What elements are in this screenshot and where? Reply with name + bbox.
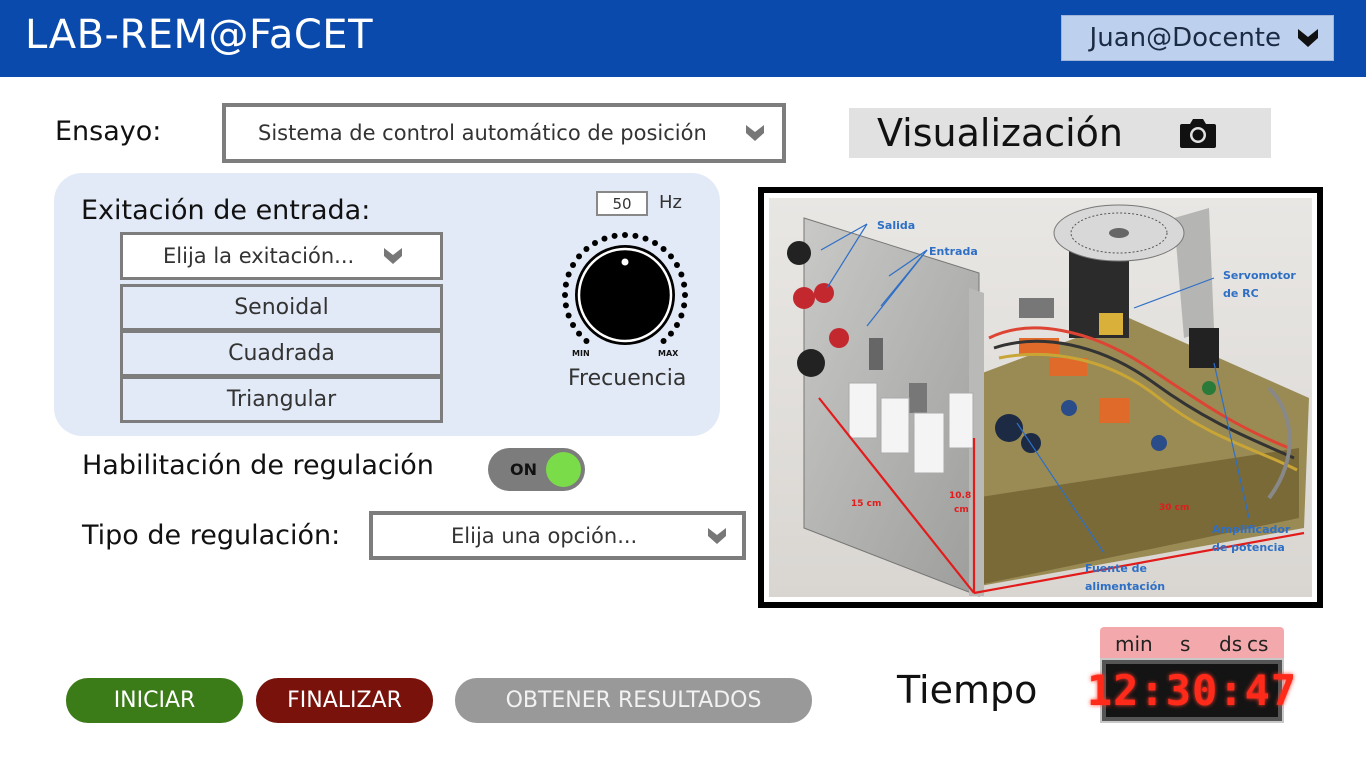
- knob-max-label: MAX: [658, 349, 679, 358]
- knob-tick-dot: [583, 246, 590, 253]
- knob-tick-dot: [678, 312, 685, 319]
- camera-view: Salida Entrada Servomotor de RC 15 cm 10…: [758, 187, 1323, 608]
- timer-unit-cs: cs: [1247, 632, 1269, 656]
- knob-tick-dot: [570, 322, 577, 328]
- app-title: LAB-REM@FaCET: [25, 12, 374, 58]
- knob-tick-dot: [576, 330, 583, 337]
- knob-tick-dot: [576, 253, 583, 260]
- ensayo-selected-value: Sistema de control automático de posició…: [258, 121, 707, 145]
- chevron-down-icon: [708, 527, 726, 544]
- get-results-button[interactable]: OBTENER RESULTADOS: [455, 678, 812, 723]
- timer-unit-min: min: [1115, 632, 1153, 656]
- knob-min-label: MIN: [572, 349, 590, 358]
- knob-tick-dot: [592, 240, 598, 247]
- camera-icon[interactable]: [1179, 116, 1217, 150]
- knob-tick-dot: [562, 292, 568, 298]
- knob-tick-dot: [667, 330, 674, 337]
- knob-tick-dot: [632, 232, 639, 239]
- photo-label-15cm: 15 cm: [851, 499, 881, 509]
- excitacion-panel: Exitación de entrada: Elija la exitación…: [54, 173, 720, 436]
- user-menu-dropdown[interactable]: Juan@Docente: [1061, 15, 1334, 61]
- knob-tick-dot: [681, 302, 688, 309]
- tiempo-label: Tiempo: [897, 668, 1038, 712]
- toggle-knob: [546, 452, 581, 487]
- photo-label-entrada: Entrada: [929, 245, 978, 258]
- toggle-text: ON: [510, 460, 537, 479]
- finish-button[interactable]: FINALIZAR: [256, 678, 433, 723]
- photo-label-10-8-cm: cm: [954, 505, 969, 515]
- timer-units-header: min s ds cs: [1100, 627, 1284, 658]
- excitacion-option-senoidal[interactable]: Senoidal: [120, 284, 443, 331]
- knob-tick-dot: [622, 232, 628, 238]
- frequency-knob[interactable]: MIN MAX: [557, 228, 707, 358]
- visualizacion-title: Visualización: [877, 111, 1124, 155]
- knob-tick-dot: [611, 232, 618, 239]
- photo-label-servomotor-rc: de RC: [1223, 287, 1259, 300]
- tipo-regulacion-placeholder: Elija una opción...: [451, 523, 638, 548]
- timer-unit-s: s: [1180, 632, 1191, 656]
- knob-tick-dot: [682, 292, 688, 298]
- knob-tick-dot: [681, 281, 688, 288]
- excitacion-placeholder: Elija la exitación...: [163, 244, 355, 268]
- knob-tick-dot: [565, 312, 572, 319]
- ensayo-select[interactable]: Sistema de control automático de posició…: [222, 103, 786, 163]
- timer-digits: 12:30:47: [1086, 666, 1298, 715]
- photo-label-10-8: 10.8: [949, 491, 971, 501]
- photo-label-30cm: 30 cm: [1159, 503, 1189, 513]
- timer-unit-ds: ds: [1219, 632, 1243, 656]
- start-button[interactable]: INICIAR: [66, 678, 243, 723]
- excitacion-option-triangular[interactable]: Triangular: [120, 376, 443, 423]
- habilitacion-label: Habilitación de regulación: [82, 450, 434, 481]
- photo-label-servomotor: Servomotor: [1223, 269, 1296, 282]
- excitacion-title: Exitación de entrada:: [81, 195, 371, 226]
- chevron-down-icon: [1298, 29, 1318, 47]
- timer-screen: 12:30:47: [1087, 664, 1296, 717]
- timer-display: min s ds cs 12:30:47: [1087, 627, 1296, 723]
- photo-label-fuente: Fuente de: [1085, 562, 1147, 575]
- knob-tick-dot: [673, 322, 680, 328]
- excitacion-select[interactable]: Elija la exitación...: [120, 232, 443, 280]
- regulation-toggle[interactable]: ON: [488, 448, 585, 491]
- knob-tick-dot: [678, 271, 685, 278]
- knob-tick-dot: [660, 337, 667, 344]
- knob-tick-dot: [652, 240, 658, 247]
- visualizacion-bar: Visualización: [849, 108, 1271, 158]
- knob-tick-dot: [673, 262, 680, 268]
- knob-tick-dot: [667, 253, 674, 260]
- knob-tick-dot: [565, 271, 572, 278]
- knob-tick-dot: [642, 235, 649, 242]
- frequency-input[interactable]: 50: [596, 191, 648, 216]
- knob-tick-dot: [562, 281, 569, 288]
- knob-tick-dot: [570, 262, 577, 268]
- excitacion-option-cuadrada[interactable]: Cuadrada: [120, 330, 443, 377]
- lab-equipment-photo: Salida Entrada Servomotor de RC 15 cm 10…: [769, 198, 1312, 597]
- chevron-down-icon: [384, 248, 402, 264]
- knob-tick-dot: [583, 337, 590, 344]
- ensayo-label: Ensayo:: [55, 116, 162, 147]
- chevron-down-icon: [746, 125, 764, 141]
- frequency-label: Frecuencia: [568, 366, 687, 391]
- tipo-regulacion-label: Tipo de regulación:: [82, 520, 341, 551]
- knob-tick-dot: [660, 246, 667, 253]
- tipo-regulacion-select[interactable]: Elija una opción...: [369, 511, 746, 560]
- photo-label-salida: Salida: [877, 219, 915, 232]
- knob-tick-dot: [601, 235, 608, 242]
- photo-label-alimentacion: alimentación: [1085, 580, 1165, 593]
- timer-body: 12:30:47: [1087, 658, 1296, 723]
- photo-label-amplificador-potencia: de potencia: [1212, 541, 1285, 554]
- user-menu-label: Juan@Docente: [1089, 23, 1281, 53]
- knob-indicator: [621, 258, 629, 266]
- knob-tick-dot: [562, 302, 569, 309]
- photo-label-amplificador: Amplificador: [1212, 523, 1291, 536]
- top-header: LAB-REM@FaCET Juan@Docente: [0, 0, 1366, 77]
- frequency-unit: Hz: [659, 192, 682, 213]
